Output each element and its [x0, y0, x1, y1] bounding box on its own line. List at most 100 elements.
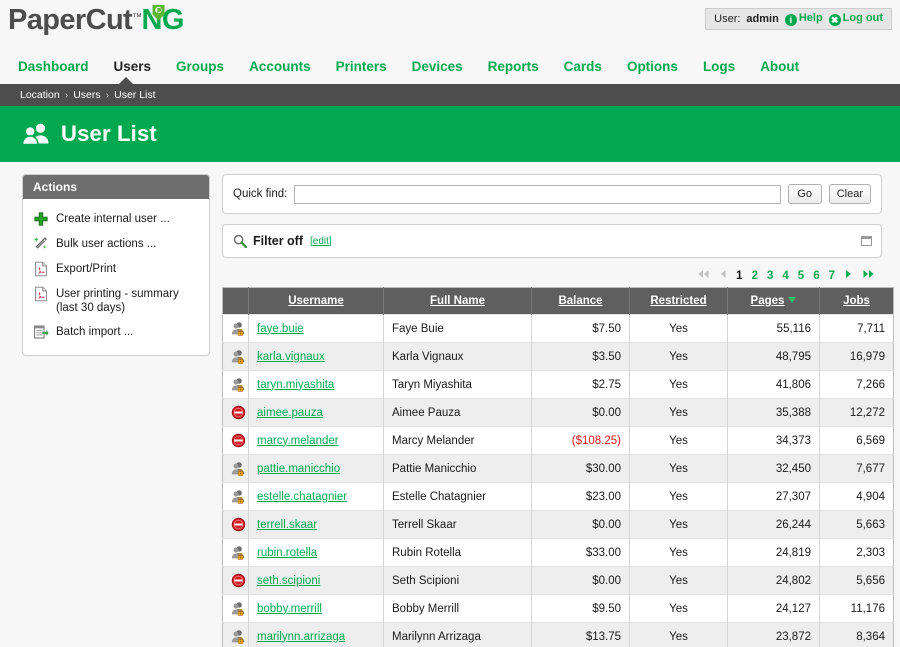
right-arrow-icon[interactable]: [844, 269, 853, 282]
logout-link[interactable]: ✖ Log out: [828, 12, 883, 26]
cell-jobs: 5,663: [819, 510, 894, 539]
pagination-page-4[interactable]: 4: [782, 270, 788, 282]
cell-restricted: Yes: [629, 370, 728, 399]
cell-restricted: Yes: [629, 342, 728, 371]
actions-panel-title: Actions: [23, 175, 209, 199]
cell-restricted: Yes: [629, 454, 728, 483]
action-user-printing-summary[interactable]: User printing - summary (last 30 days): [29, 282, 203, 320]
cell-full-name: Aimee Pauza: [383, 398, 532, 427]
username-link[interactable]: faye.buie: [257, 323, 304, 335]
logo-trademark: ™: [132, 12, 142, 23]
username-link[interactable]: seth.scipioni: [257, 575, 320, 587]
cell-balance: $9.50: [531, 594, 630, 623]
username-link[interactable]: pattie.manicchio: [257, 463, 340, 475]
nav-item-printers[interactable]: Printers: [336, 59, 387, 74]
quick-find-go-button[interactable]: Go: [787, 184, 822, 204]
username-link[interactable]: marilynn.arrizaga: [257, 631, 345, 643]
row-status-icon-cell: [222, 454, 249, 483]
user-locked-icon: [231, 462, 245, 476]
pagination-page-7[interactable]: 7: [829, 270, 835, 282]
action-export-print[interactable]: Export/Print: [29, 257, 203, 282]
row-status-icon-cell: [222, 342, 249, 371]
pagination-page-2[interactable]: 2: [752, 270, 758, 282]
table-header-row: Username Full Name Balance Restricted Pa…: [222, 287, 894, 315]
nav-item-groups[interactable]: Groups: [176, 59, 224, 74]
breadcrumb: Location › Users › User List: [0, 77, 900, 106]
pagination-page-1[interactable]: 1: [736, 270, 742, 282]
username-link[interactable]: estelle.chatagnier: [257, 491, 347, 503]
cell-restricted: Yes: [629, 482, 728, 511]
nav-item-accounts[interactable]: Accounts: [249, 59, 311, 74]
table-row: karla.vignaux Karla Vignaux $3.50 Yes 48,795…: [222, 342, 894, 371]
nav-item-about[interactable]: About: [760, 59, 799, 74]
help-link[interactable]: i Help: [784, 12, 823, 26]
username-link[interactable]: aimee.pauza: [257, 407, 323, 419]
cell-username: taryn.miyashita: [248, 370, 384, 399]
cell-full-name: Rubin Rotella: [383, 538, 532, 567]
pagination-page-6[interactable]: 6: [813, 270, 819, 282]
breadcrumb-item-users[interactable]: Users: [73, 89, 100, 101]
cell-pages: 32,450: [727, 454, 820, 483]
cell-username: terrell.skaar: [248, 510, 384, 539]
page-content: Actions Create internal user ... Bulk us…: [0, 162, 900, 647]
page-header: User List: [0, 106, 900, 162]
quick-find-clear-button[interactable]: Clear: [828, 184, 871, 204]
papercut-user-list-page: PaperCut™NG User: admin i Help ✖ Log out D…: [0, 0, 900, 647]
nav-item-cards[interactable]: Cards: [564, 59, 602, 74]
magnifier-icon: [233, 234, 247, 248]
action-bulk-user-actions[interactable]: Bulk user actions ...: [29, 232, 203, 257]
left-arrow-icon: [719, 269, 727, 282]
table-body: faye.buie Faye Buie $7.50 Yes 55,116 7,711 kar…: [222, 314, 894, 647]
username-link[interactable]: marcy.melander: [257, 435, 339, 447]
column-header-jobs[interactable]: Jobs: [819, 287, 894, 315]
main-navigation: Dashboard Users Groups Accounts Printers…: [0, 48, 900, 84]
username-link[interactable]: bobby.merrill: [257, 603, 322, 615]
row-status-icon-cell: [222, 510, 249, 539]
table-row: pattie.manicchio Pattie Manicchio $30.00 Ye…: [222, 454, 894, 483]
username-link[interactable]: terrell.skaar: [257, 519, 317, 531]
table-row: marcy.melander Marcy Melander ($108.25) Yes…: [222, 426, 894, 455]
breadcrumb-item-location[interactable]: Location: [20, 89, 60, 101]
column-header-username[interactable]: Username: [248, 287, 384, 315]
user-locked-icon: [231, 350, 245, 364]
nav-item-users[interactable]: Users: [114, 59, 152, 74]
row-status-icon-cell: [222, 538, 249, 567]
table-row: faye.buie Faye Buie $7.50 Yes 55,116 7,711: [222, 314, 894, 343]
filter-edit-link[interactable]: [edit]: [310, 236, 332, 247]
table-row: rubin.rotella Rubin Rotella $33.00 Yes 24,81…: [222, 538, 894, 567]
quick-find-input[interactable]: [294, 184, 781, 204]
action-batch-import[interactable]: Batch import ...: [29, 320, 203, 345]
cell-username: faye.buie: [248, 314, 384, 343]
restore-window-icon[interactable]: [861, 236, 872, 246]
cell-pages: 24,127: [727, 594, 820, 623]
table-row: seth.scipioni Seth Scipioni $0.00 Yes 24,802…: [222, 566, 894, 595]
table-row: marilynn.arrizaga Marilynn Arrizaga $13.75…: [222, 622, 894, 647]
cell-pages: 34,373: [727, 426, 820, 455]
nav-item-options[interactable]: Options: [627, 59, 678, 74]
cell-balance: $7.50: [531, 314, 630, 343]
pagination-page-3[interactable]: 3: [767, 270, 773, 282]
action-create-internal-user[interactable]: Create internal user ...: [29, 207, 203, 232]
quick-find-label: Quick find:: [233, 188, 288, 200]
batch-import-icon: [34, 325, 49, 339]
help-label: Help: [798, 12, 823, 24]
cell-full-name: Karla Vignaux: [383, 342, 532, 371]
pagination-page-5[interactable]: 5: [798, 270, 804, 282]
column-header-balance[interactable]: Balance: [531, 287, 630, 315]
column-header-restricted[interactable]: Restricted: [629, 287, 728, 315]
username-link[interactable]: karla.vignaux: [257, 351, 325, 363]
double-right-arrow-icon[interactable]: [862, 269, 876, 282]
nav-item-reports[interactable]: Reports: [488, 59, 539, 74]
cell-full-name: Faye Buie: [383, 314, 532, 343]
cell-pages: 41,806: [727, 370, 820, 399]
username-link[interactable]: rubin.rotella: [257, 547, 317, 559]
column-header-full-name[interactable]: Full Name: [383, 287, 532, 315]
column-header-pages[interactable]: Pages: [727, 287, 820, 315]
username-link[interactable]: taryn.miyashita: [257, 379, 334, 391]
table-row: aimee.pauza Aimee Pauza $0.00 Yes 35,388 12,2…: [222, 398, 894, 427]
logout-label: Log out: [842, 12, 883, 24]
nav-item-logs[interactable]: Logs: [703, 59, 735, 74]
cell-restricted: Yes: [629, 398, 728, 427]
nav-item-devices[interactable]: Devices: [412, 59, 463, 74]
nav-item-dashboard[interactable]: Dashboard: [18, 59, 89, 74]
